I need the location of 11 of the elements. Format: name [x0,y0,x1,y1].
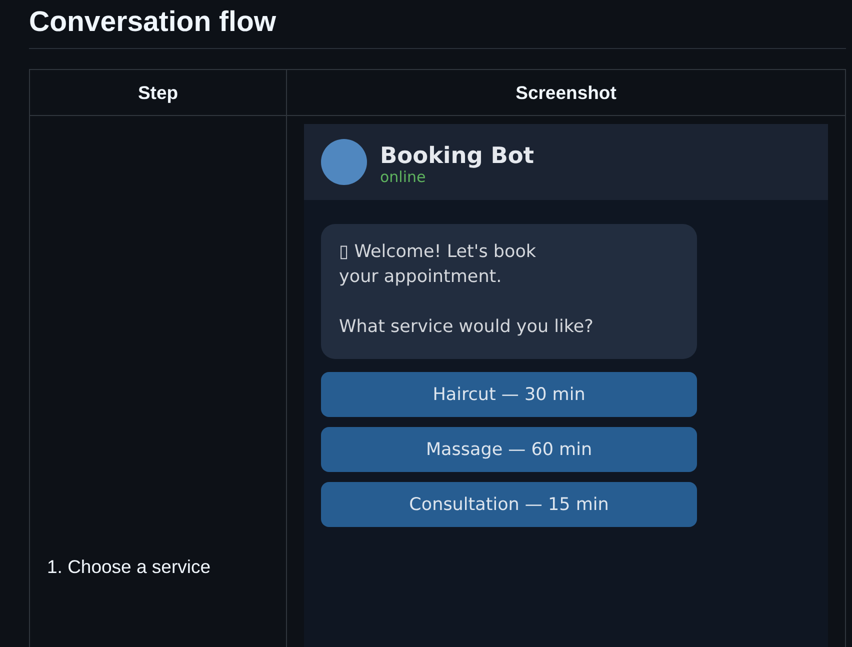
table-cell: 1. Choose a service [30,116,286,647]
option-button[interactable]: Massage — 60 min [321,427,697,472]
avatar-icon [321,139,367,185]
column-header: Screenshot [286,70,846,116]
option-button[interactable]: Haircut — 30 min [321,372,697,417]
bot-name: Booking Bot [380,144,534,168]
message-text: ▯ Welcome! Let's book your appointment. What service would you like? [339,242,594,337]
status-text: online [380,168,426,184]
option-button[interactable]: Consultation — 15 min [321,482,697,527]
column-header: Step [30,70,286,116]
section-heading: Conversation flow [29,5,846,49]
